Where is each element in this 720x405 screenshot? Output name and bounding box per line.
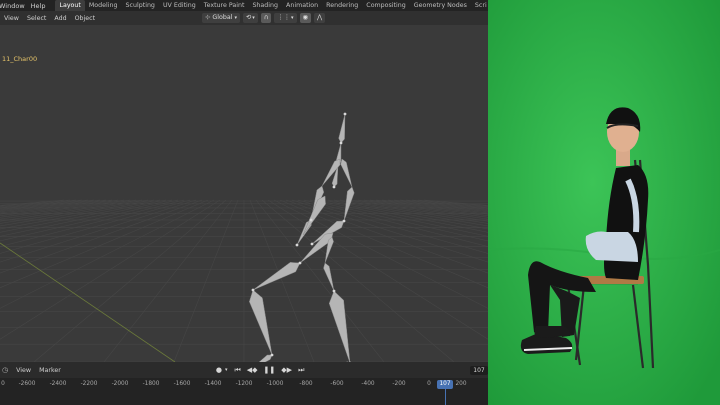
ruler-tick: -800 bbox=[299, 381, 313, 387]
viewport-menu-view[interactable]: View bbox=[0, 15, 23, 22]
orientation-icon: ⊹ bbox=[205, 14, 211, 21]
top-bar: Window Help Layout Modeling Sculpting UV… bbox=[0, 0, 488, 11]
pivot-point-button[interactable]: ⟲ ▾ bbox=[243, 13, 258, 23]
ruler-tick: -200 bbox=[392, 381, 406, 387]
orientation-dropdown[interactable]: ⊹ Global ▾ bbox=[202, 13, 240, 23]
jump-end-icon[interactable]: ⏭ bbox=[298, 366, 304, 375]
tab-animation[interactable]: Animation bbox=[282, 0, 322, 11]
timeline-menu-view[interactable]: View bbox=[12, 367, 35, 374]
timeline-ruler[interactable]: 0 -2600 -2400 -2200 -2000 -1800 -1600 -1… bbox=[0, 378, 488, 405]
bone[interactable] bbox=[249, 289, 273, 356]
reference-video bbox=[488, 0, 720, 405]
ruler-tick: -400 bbox=[361, 381, 375, 387]
joint[interactable] bbox=[309, 218, 313, 222]
viewport-menu-object[interactable]: Object bbox=[71, 15, 100, 22]
bone[interactable] bbox=[328, 290, 351, 364]
chevron-down-icon: ▾ bbox=[234, 15, 237, 21]
3d-viewport[interactable] bbox=[0, 25, 488, 372]
joint[interactable] bbox=[343, 112, 347, 116]
viewport-menu-select[interactable]: Select bbox=[23, 15, 50, 22]
chevron-down-icon: ▾ bbox=[291, 15, 294, 21]
jump-keyframe-forward-icon[interactable]: ◆▶ bbox=[281, 366, 292, 374]
ruler-tick: -600 bbox=[330, 381, 344, 387]
joint[interactable] bbox=[251, 288, 255, 292]
bone[interactable] bbox=[323, 262, 335, 292]
tab-compositing[interactable]: Compositing bbox=[362, 0, 409, 11]
joint[interactable] bbox=[310, 242, 314, 246]
falloff-button[interactable]: ⋀ bbox=[314, 13, 326, 23]
bone[interactable] bbox=[338, 113, 346, 144]
bone[interactable] bbox=[340, 158, 353, 188]
tab-scripting[interactable]: Scri bbox=[471, 0, 488, 11]
joint[interactable] bbox=[298, 261, 302, 265]
ruler-tick: 0 bbox=[427, 381, 431, 387]
joint[interactable] bbox=[332, 289, 336, 293]
chevron-down-icon: ▾ bbox=[252, 15, 255, 21]
bone[interactable] bbox=[249, 354, 273, 371]
record-icon[interactable]: ● bbox=[216, 366, 222, 374]
jump-keyframe-back-icon[interactable]: ◀◆ bbox=[247, 366, 258, 374]
ruler-tick: -2000 bbox=[111, 381, 129, 387]
ruler-tick: -1800 bbox=[142, 381, 160, 387]
snap-target-button[interactable]: ⋮⋮ ▾ bbox=[274, 13, 297, 23]
tab-uv-editing[interactable]: UV Editing bbox=[159, 0, 200, 11]
joint[interactable] bbox=[332, 185, 336, 189]
jump-start-icon[interactable]: ⏮ bbox=[234, 366, 240, 375]
pivot-icon: ⟲ bbox=[246, 14, 252, 21]
current-frame-field[interactable]: 107 bbox=[470, 366, 488, 375]
snap-target-icon: ⋮⋮ bbox=[277, 14, 290, 21]
shirt-sleeve bbox=[585, 231, 638, 262]
tab-texture-paint[interactable]: Texture Paint bbox=[200, 0, 249, 11]
joint[interactable] bbox=[339, 141, 343, 145]
blender-window: Window Help Layout Modeling Sculpting UV… bbox=[0, 0, 488, 405]
pause-icon[interactable]: ❚❚ bbox=[264, 366, 276, 374]
timeline-header: ◷ View Marker ● ▾ ⏮ ◀◆ ❚❚ ◆▶ ⏭ bbox=[0, 362, 488, 378]
editor-type-icon[interactable]: ◷ bbox=[2, 366, 8, 374]
ruler-tick: -2600 bbox=[18, 381, 36, 387]
shoe-right bbox=[534, 326, 571, 338]
falloff-curve-icon: ⋀ bbox=[317, 14, 323, 21]
joint[interactable] bbox=[270, 353, 274, 357]
joint[interactable] bbox=[342, 219, 346, 223]
viewport-header: View Select Add Object ⊹ Global ▾ ⟲ ▾ ∩ ⋮… bbox=[0, 11, 488, 25]
ruler-tick: -1600 bbox=[173, 381, 191, 387]
floor-grid bbox=[0, 199, 488, 363]
viewport-menu-add[interactable]: Add bbox=[50, 15, 70, 22]
ruler-tick: -2400 bbox=[49, 381, 67, 387]
tab-layout[interactable]: Layout bbox=[55, 0, 85, 11]
viewport-canvas bbox=[0, 112, 488, 372]
ruler-tick: 200 bbox=[455, 381, 467, 387]
magnet-icon: ∩ bbox=[263, 14, 269, 21]
chevron-down-icon[interactable]: ▾ bbox=[225, 367, 228, 373]
ruler-tick: -1400 bbox=[204, 381, 222, 387]
ruler-tick: -1200 bbox=[235, 381, 253, 387]
menu-window[interactable]: Window bbox=[0, 2, 31, 10]
tab-shading[interactable]: Shading bbox=[248, 0, 282, 11]
tab-rendering[interactable]: Rendering bbox=[322, 0, 362, 11]
tab-geometry-nodes[interactable]: Geometry Nodes bbox=[410, 0, 471, 11]
ruler-tick: 0 bbox=[1, 381, 5, 387]
active-object-name: 11_Char00 bbox=[2, 55, 38, 63]
orientation-label: Global bbox=[212, 14, 233, 21]
tab-modeling[interactable]: Modeling bbox=[85, 0, 122, 11]
snap-toggle[interactable]: ∩ bbox=[260, 13, 272, 23]
ruler-tick: -2200 bbox=[80, 381, 98, 387]
proportional-edit-icon: ◉ bbox=[302, 14, 309, 21]
video-frame bbox=[488, 0, 720, 405]
playhead-line bbox=[445, 389, 446, 405]
tab-sculpting[interactable]: Sculpting bbox=[122, 0, 159, 11]
ruler-tick: -1000 bbox=[266, 381, 284, 387]
joint[interactable] bbox=[295, 243, 299, 247]
playhead-frame-badge[interactable]: 107 bbox=[437, 380, 453, 389]
proportional-edit-toggle[interactable]: ◉ bbox=[299, 13, 312, 23]
menu-help[interactable]: Help bbox=[31, 2, 56, 10]
timeline-menu-marker[interactable]: Marker bbox=[35, 367, 65, 374]
